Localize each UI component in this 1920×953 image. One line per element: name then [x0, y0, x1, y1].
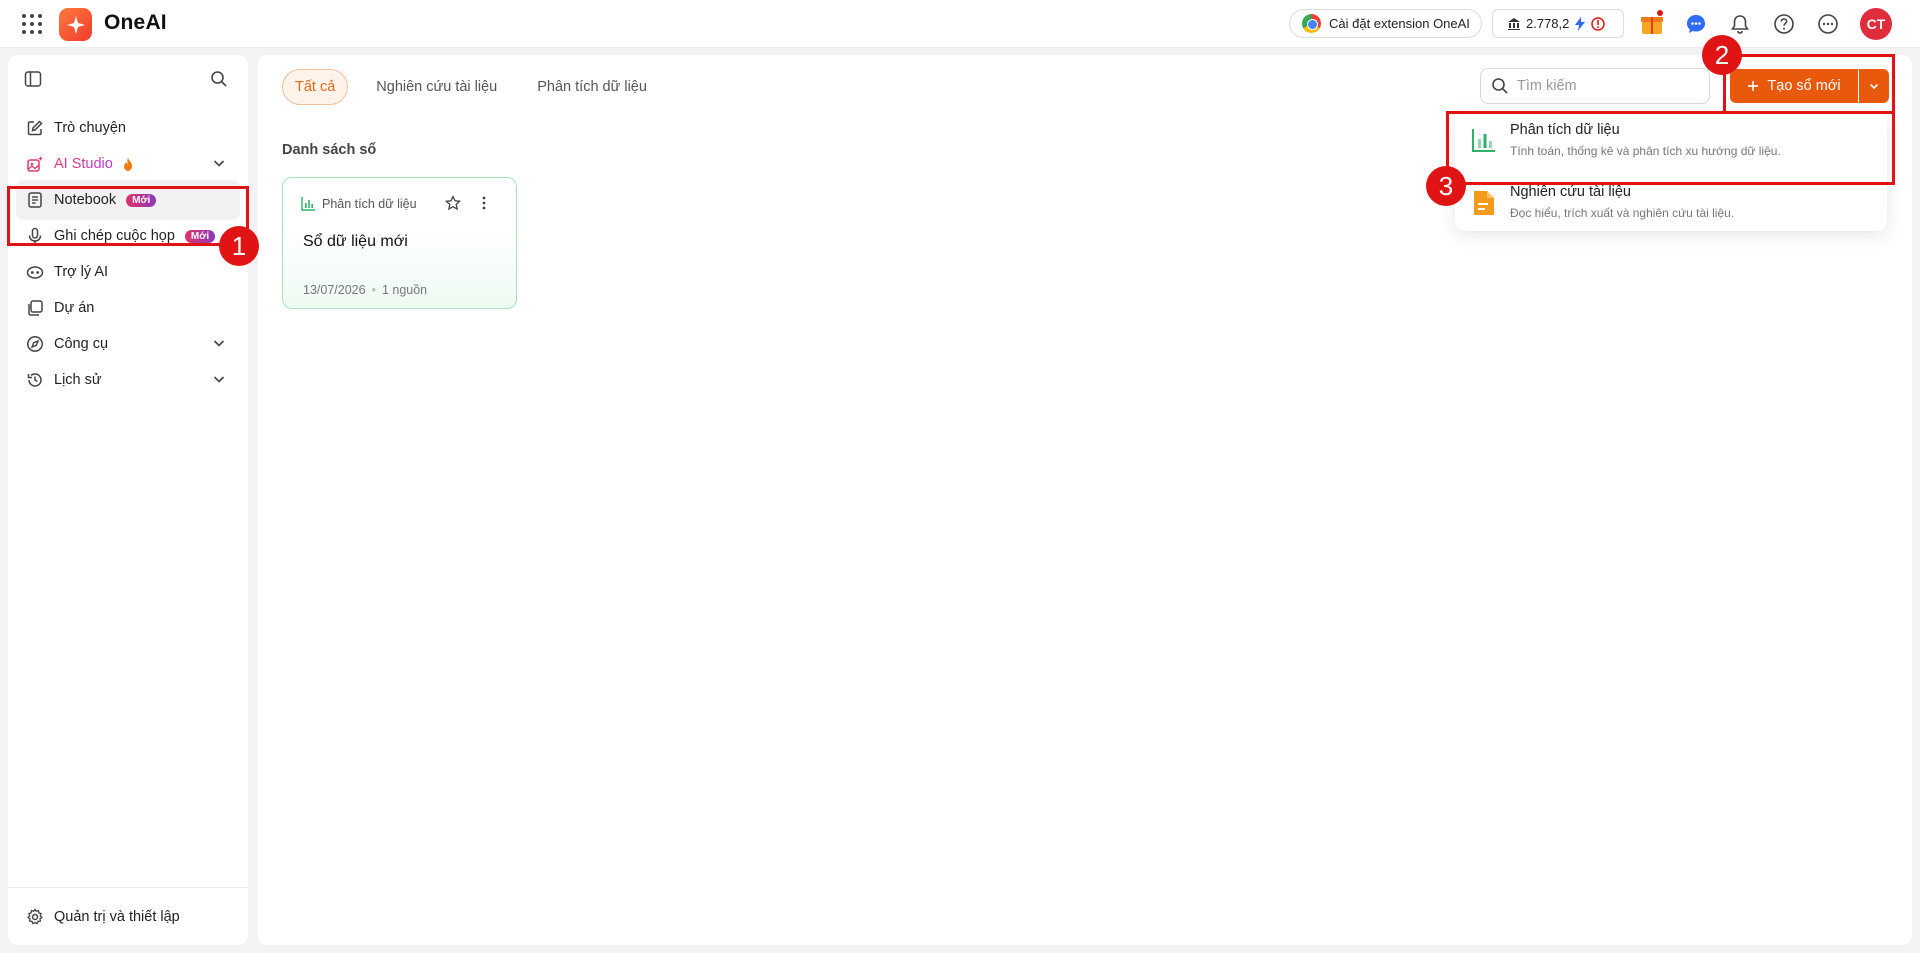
more-options-icon[interactable]: [1815, 11, 1841, 37]
sidebar-item-projects[interactable]: Dự án: [16, 288, 240, 328]
chrome-icon: [1302, 14, 1321, 33]
install-extension-label: Cài đặt extension OneAI: [1329, 16, 1470, 31]
tab-document-research[interactable]: Nghiên cứu tài liệu: [364, 70, 509, 104]
menu-item-subtitle: Tính toán, thống kê và phân tích xu hướn…: [1510, 144, 1781, 158]
create-notebook-label: Tạo sổ mới: [1767, 78, 1841, 94]
sidebar-item-label: Trợ lý AI: [54, 264, 109, 280]
compass-icon: [27, 336, 43, 352]
sidebar-item-history[interactable]: Lịch sử: [16, 360, 240, 400]
sidebar-item-label: AI Studio: [54, 156, 113, 172]
sidebar-item-ai-studio[interactable]: AI Studio: [16, 144, 240, 184]
star-icon[interactable]: [444, 194, 462, 216]
oneai-logo-icon[interactable]: [59, 8, 92, 41]
notebook-title: Sổ dữ liệu mới: [303, 233, 408, 250]
gift-icon[interactable]: [1639, 10, 1665, 36]
search-field[interactable]: [1480, 68, 1710, 104]
sidebar-toggle-icon[interactable]: [24, 70, 42, 93]
step-marker-3: 3: [1426, 166, 1466, 206]
sidebar-item-settings[interactable]: Quản trị và thiết lập: [16, 897, 240, 937]
new-badge: Mới: [126, 193, 157, 207]
sidebar-item-label: Notebook: [54, 192, 117, 208]
install-extension-button[interactable]: Cài đặt extension OneAI: [1289, 9, 1482, 38]
robot-icon: [26, 266, 44, 279]
notebook-icon: [28, 192, 42, 208]
tab-data-analysis[interactable]: Phân tích dữ liệu: [525, 70, 659, 104]
history-icon: [27, 373, 42, 387]
sidebar-item-label: Ghi chép cuộc họp: [54, 228, 175, 244]
create-notebook-dropdown-button[interactable]: [1859, 69, 1889, 103]
app-name[interactable]: OneAI: [104, 11, 167, 35]
notebook-tabs: Tất cả Nghiên cứu tài liệu Phân tích dữ …: [282, 69, 659, 105]
step-marker-1: 1: [219, 226, 259, 266]
create-notebook-menu: Phân tích dữ liệu Tính toán, thống kê và…: [1455, 111, 1887, 231]
alert-icon: [1591, 16, 1606, 31]
menu-item-document-research[interactable]: Nghiên cứu tài liệu Đọc hiểu, trích xuất…: [1455, 173, 1887, 233]
new-badge: Mới: [184, 229, 216, 243]
ai-studio-icon: [27, 156, 43, 172]
notebook-date: 13/07/2026: [303, 283, 366, 297]
sidebar: Trò chuyện AI Studio Notebook Mới Ghi ch…: [8, 55, 248, 945]
notebook-type: Phân tích dữ liệu: [301, 196, 417, 211]
tab-all[interactable]: Tất cả: [282, 69, 349, 105]
notebook-sources: 1 nguồn: [381, 283, 428, 297]
credits-button[interactable]: 2.778,2: [1492, 9, 1624, 38]
notebook-meta: 13/07/2026 • 1 nguồn: [303, 283, 427, 297]
menu-item-data-analysis[interactable]: Phân tích dữ liệu Tính toán, thống kê và…: [1455, 111, 1887, 171]
bank-icon: [1508, 17, 1520, 30]
kebab-menu-icon[interactable]: [476, 195, 492, 216]
plus-icon: [1748, 81, 1759, 91]
notebook-type-label: Phân tích dữ liệu: [322, 196, 417, 211]
sidebar-item-meeting-notes[interactable]: Ghi chép cuộc họp Mới: [16, 216, 240, 256]
chevron-down-icon[interactable]: [212, 156, 226, 170]
top-bar: OneAI Cài đặt extension OneAI 2.778,2 CT: [0, 0, 1920, 48]
bar-chart-icon: [301, 197, 315, 211]
sidebar-item-label: Lịch sử: [54, 372, 102, 388]
sidebar-search-icon[interactable]: [210, 70, 228, 93]
gear-icon: [27, 908, 43, 925]
search-icon: [1492, 78, 1508, 94]
create-notebook-button[interactable]: Tạo sổ mới: [1730, 69, 1858, 103]
microphone-icon: [28, 227, 42, 244]
help-icon[interactable]: [1771, 11, 1797, 37]
avatar[interactable]: CT: [1860, 8, 1892, 40]
search-input[interactable]: [1517, 78, 1697, 94]
notebook-card[interactable]: Phân tích dữ liệu Sổ dữ liệu mới 13/07/2…: [282, 177, 517, 309]
sidebar-item-ai-assistant[interactable]: Trợ lý AI: [16, 252, 240, 292]
menu-item-title: Nghiên cứu tài liệu: [1510, 184, 1631, 200]
credits-value: 2.778,2: [1526, 16, 1570, 31]
lightning-icon: [1575, 16, 1586, 31]
main-panel: Tất cả Nghiên cứu tài liệu Phân tích dữ …: [258, 55, 1912, 945]
sidebar-item-tools[interactable]: Công cụ: [16, 324, 240, 364]
sidebar-item-label: Trò chuyện: [54, 120, 126, 136]
sidebar-item-notebook[interactable]: Notebook Mới: [16, 180, 240, 220]
step-marker-2: 2: [1702, 35, 1742, 75]
apps-grid-icon[interactable]: [22, 14, 42, 34]
chevron-down-icon[interactable]: [212, 372, 226, 386]
bar-chart-icon: [1472, 129, 1495, 152]
sidebar-divider: [8, 887, 248, 888]
edit-icon: [27, 120, 43, 136]
sidebar-item-label: Quản trị và thiết lập: [54, 909, 180, 925]
section-title: Danh sách sổ: [282, 142, 377, 158]
sidebar-item-chat[interactable]: Trò chuyện: [16, 108, 240, 148]
fire-icon: [123, 157, 132, 171]
folders-icon: [28, 300, 43, 316]
menu-item-subtitle: Đọc hiểu, trích xuất và nghiên cứu tài l…: [1510, 206, 1735, 220]
sidebar-item-label: Dự án: [54, 300, 95, 316]
separator-dot: •: [371, 283, 376, 297]
document-icon: [1474, 191, 1494, 215]
sidebar-item-label: Công cụ: [54, 336, 109, 352]
bell-icon[interactable]: [1727, 11, 1753, 37]
chat-bubble-icon[interactable]: [1683, 11, 1709, 37]
chevron-down-icon[interactable]: [212, 336, 226, 350]
menu-item-title: Phân tích dữ liệu: [1510, 122, 1620, 138]
chevron-down-icon: [1869, 83, 1879, 90]
